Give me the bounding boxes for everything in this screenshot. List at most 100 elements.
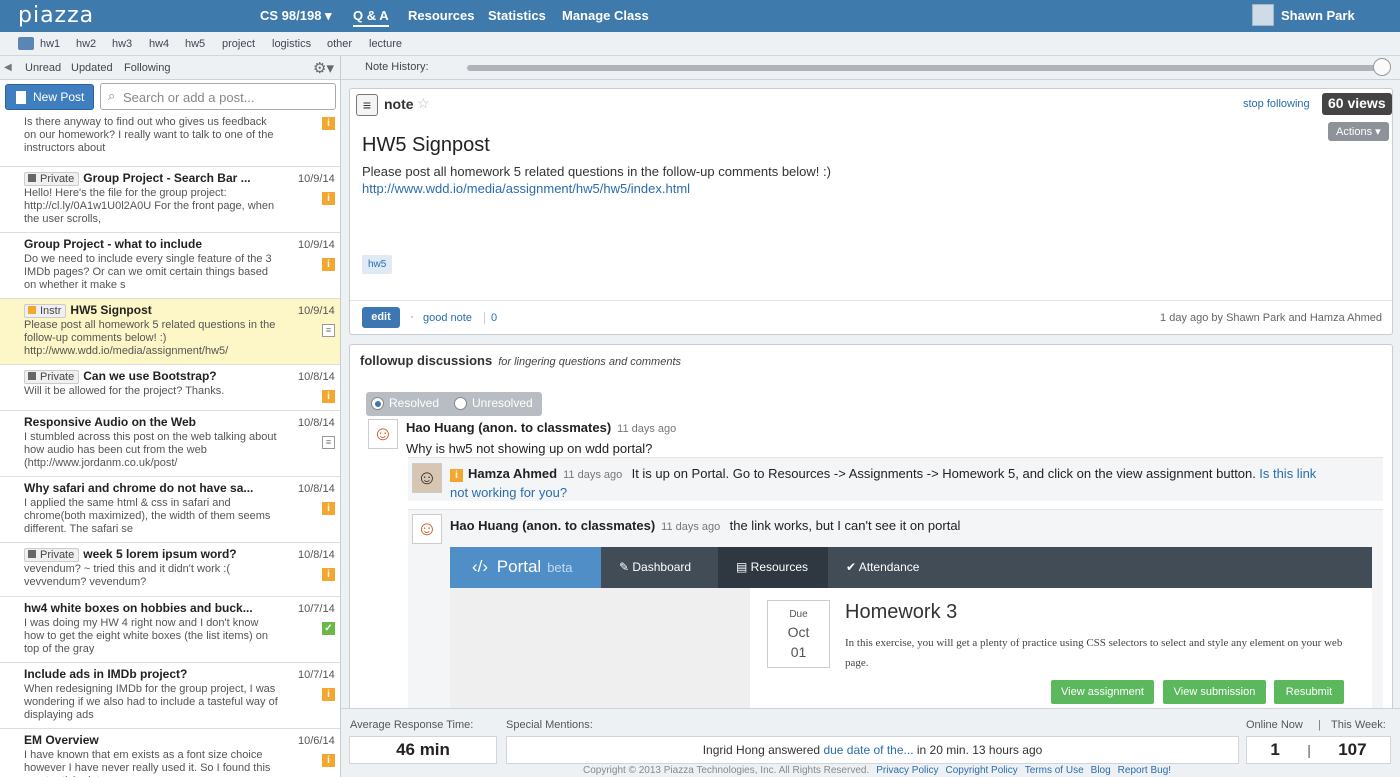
special-mentions-label: Special Mentions: <box>506 719 593 731</box>
portal-map-pattern <box>450 588 750 708</box>
feed-item-snippet: Will it be allowed for the project? Than… <box>24 385 225 397</box>
mention-link[interactable]: due date of the... <box>823 743 913 757</box>
feed-item[interactable]: Private Group Project - Search Bar ... Hel… <box>0 167 340 233</box>
filter-updated[interactable]: Updated <box>71 62 113 74</box>
feed-item-title: Group Project - what to include <box>24 237 203 251</box>
reply-hao: ☺ Hao Huang (anon. to classmates) 11 days… <box>408 509 1383 708</box>
note-history-label: Note History: <box>365 61 429 73</box>
feed-item[interactable]: hw4 white boxes on hobbies and buck... I … <box>0 597 340 663</box>
resolved-check-icon: ✓ <box>322 622 335 635</box>
note-meta: 1 day ago by Shawn Park and Hamza Ahmed <box>1160 312 1382 324</box>
instructor-answer-icon: i <box>322 192 335 205</box>
portal-navbar: ‹/› Portal beta ✎ Dashboard ▤ Resources ✔… <box>450 547 1372 588</box>
feed-item[interactable]: Private week 5 lorem ipsum word? vevendum?… <box>0 543 340 597</box>
feed-item[interactable]: EM Overview I have known that em exists a… <box>0 729 340 777</box>
good-note-button[interactable]: good note <box>423 312 472 324</box>
feed-item[interactable]: Group Project - what to include Do we nee… <box>0 233 340 299</box>
note-body: Please post all homework 5 related quest… <box>362 164 831 179</box>
new-post-button[interactable]: New Post <box>5 84 94 110</box>
private-tag: Private <box>24 370 80 384</box>
resolved-label: Resolved <box>389 396 440 410</box>
gear-icon[interactable]: ⚙▾ <box>313 59 334 77</box>
note-title: HW5 Signpost <box>362 134 490 156</box>
feed-item[interactable]: Private Can we use Bootstrap? Will it be a… <box>0 365 340 411</box>
folder-hw3[interactable]: hw3 <box>112 38 132 50</box>
user-menu[interactable]: Shawn Park <box>1252 4 1355 26</box>
star-icon[interactable]: ☆ <box>417 95 430 112</box>
feed-item[interactable]: Is there anyway to find out who gives us… <box>0 113 340 167</box>
nav-qa[interactable]: Q & A <box>353 8 389 27</box>
folder-logistics[interactable]: logistics <box>272 38 311 50</box>
folder-lecture[interactable]: lecture <box>369 38 402 50</box>
feed-item-title: Include ads in IMDb project? <box>24 667 188 681</box>
view-assignment-button: View assignment <box>1051 680 1154 704</box>
this-week-label: This Week: <box>1331 719 1386 731</box>
feed-item[interactable]: Instr HW5 Signpost Please post all homewor… <box>0 299 340 365</box>
folder-project[interactable]: project <box>222 38 255 50</box>
reply-author: Hao Huang (anon. to classmates) <box>450 518 656 533</box>
new-post-label: New Post <box>33 90 85 104</box>
copyright-policy-link[interactable]: Copyright Policy <box>945 765 1017 776</box>
instructor-answer-icon: i <box>322 688 335 701</box>
folder-hw5[interactable]: hw5 <box>185 38 205 50</box>
view-submission-button: View submission <box>1163 680 1266 704</box>
folder-bar: hw1 hw2 hw3 hw4 hw5 project logistics ot… <box>0 32 1400 56</box>
private-tag: Private <box>24 172 80 186</box>
instructor-answer-icon: i <box>322 390 335 403</box>
class-dropdown[interactable]: CS 98/198 ▾ <box>260 8 332 24</box>
nav-resources[interactable]: Resources <box>408 8 474 23</box>
followup-subtitle: for lingering questions and comments <box>498 356 682 368</box>
folder-hw1[interactable]: hw1 <box>40 38 60 50</box>
folder-tag-hw5[interactable]: hw5 <box>362 255 393 274</box>
feed-item-title: Private week 5 lorem ipsum word? <box>24 547 280 563</box>
portal-logo: ‹/› Portal beta <box>450 547 601 588</box>
portal-screenshot: ‹/› Portal beta ✎ Dashboard ▤ Resources ✔… <box>450 547 1372 708</box>
nav-manage-class[interactable]: Manage Class <box>562 8 649 23</box>
reply-text: the link works, but I can't see it on po… <box>729 518 961 533</box>
terms-link[interactable]: Terms of Use <box>1025 765 1084 776</box>
resolved-radio[interactable]: Resolved <box>371 396 439 410</box>
footer: Copyright © 2013 Piazza Technologies, In… <box>583 765 1171 776</box>
copyright-text: Copyright © 2013 Piazza Technologies, In… <box>583 765 870 776</box>
status-divider: | <box>1318 719 1321 731</box>
blog-link[interactable]: Blog <box>1091 765 1111 776</box>
feed-item-date: 10/8/14 <box>298 417 335 429</box>
nav-statistics[interactable]: Statistics <box>488 8 546 23</box>
filter-following[interactable]: Following <box>124 62 170 74</box>
note-link[interactable]: http://www.wdd.io/media/assignment/hw5/h… <box>362 181 690 196</box>
online-now-value: 1 <box>1270 740 1280 759</box>
folder-hw4[interactable]: hw4 <box>149 38 169 50</box>
folder-other[interactable]: other <box>327 38 352 50</box>
feed-item-title: Instr HW5 Signpost <box>24 303 280 319</box>
followup-comment: Hao Huang (anon. to classmates) 11 days a… <box>406 418 1306 459</box>
collapse-left-icon[interactable]: ◀ <box>4 62 12 73</box>
piazza-logo[interactable]: piazza <box>18 3 94 28</box>
report-bug-link[interactable]: Report Bug! <box>1118 765 1171 776</box>
filter-unread[interactable]: Unread <box>25 62 61 74</box>
portal-tab-dashboard: ✎ Dashboard <box>619 560 692 574</box>
feed-item[interactable]: Include ads in IMDb project? When redesig… <box>0 663 340 729</box>
feed-item[interactable]: Responsive Audio on the Web I stumbled ac… <box>0 411 340 477</box>
feed-item-snippet: Please post all homework 5 related quest… <box>24 319 276 357</box>
note-icon: ≡ <box>322 436 335 449</box>
feed-item-snippet: When redesigning IMDb for the group proj… <box>24 683 278 721</box>
folder-hw2[interactable]: hw2 <box>76 38 96 50</box>
unresolved-radio[interactable]: Unresolved <box>454 396 533 410</box>
reply-time: 11 days ago <box>661 521 721 533</box>
stop-following-link[interactable]: stop following <box>1243 98 1310 110</box>
actions-dropdown[interactable]: Actions ▾ <box>1328 122 1389 141</box>
reply-author: Hamza Ahmed <box>468 466 558 481</box>
note-history-slider[interactable] <box>467 65 1387 71</box>
comment-author: Hao Huang (anon. to classmates) <box>406 420 612 435</box>
privacy-policy-link[interactable]: Privacy Policy <box>876 765 938 776</box>
edit-button[interactable]: edit <box>362 307 400 328</box>
feed-item-title: Responsive Audio on the Web <box>24 415 197 429</box>
feed-item[interactable]: Why safari and chrome do not have sa... I… <box>0 477 340 543</box>
search-input[interactable]: ⌕ Search or add a post... <box>100 83 336 110</box>
note-history-handle[interactable] <box>1373 58 1391 76</box>
folder-icon[interactable] <box>18 37 34 50</box>
due-day: 01 <box>790 644 807 660</box>
comment-text: Why is hw5 not showing up on wdd portal? <box>406 441 653 456</box>
post-type: note <box>384 96 414 112</box>
gingerbread-avatar: ☺ <box>368 419 398 449</box>
